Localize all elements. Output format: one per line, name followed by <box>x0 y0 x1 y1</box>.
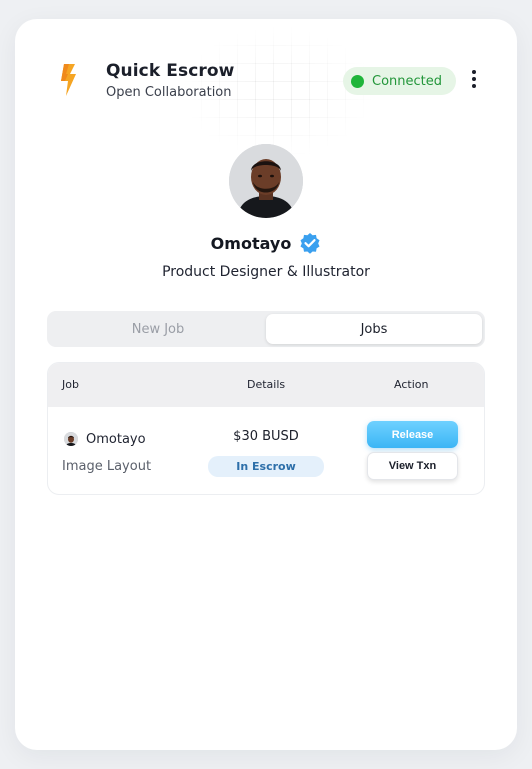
escrow-card: Quick Escrow Open Collaboration Connecte… <box>15 19 517 750</box>
status-label: Connected <box>372 73 443 89</box>
profile-role: Product Designer & Illustrator <box>162 264 370 280</box>
tab-jobs[interactable]: Jobs <box>266 314 482 344</box>
menu-dot <box>472 70 476 74</box>
app-subtitle: Open Collaboration <box>106 85 232 100</box>
job-user-name: Omotayo <box>86 432 146 447</box>
column-header-details: Details <box>247 378 286 391</box>
job-amount: $30 BUSD <box>233 429 299 444</box>
jobs-table: Job Details Action Omotayo Image Layout … <box>47 362 485 495</box>
verified-badge-icon <box>299 232 321 254</box>
release-button[interactable]: Release <box>367 421 458 448</box>
profile-name: Omotayo <box>210 233 292 253</box>
view-txn-button[interactable]: View Txn <box>367 452 458 480</box>
tab-new-job[interactable]: New Job <box>50 314 266 344</box>
user-avatar <box>64 432 78 446</box>
profile-avatar <box>229 144 303 218</box>
kebab-menu-icon[interactable] <box>467 66 481 92</box>
menu-dot <box>472 77 476 81</box>
job-title: Image Layout <box>62 459 152 474</box>
column-header-job: Job <box>62 378 79 391</box>
app-title: Quick Escrow <box>106 61 235 81</box>
column-header-action: Action <box>394 378 429 391</box>
view-tabs: New Job Jobs <box>47 311 485 347</box>
profile-name-row: Omotayo <box>15 232 517 254</box>
menu-dot <box>472 84 476 88</box>
escrow-status-badge: In Escrow <box>208 456 324 477</box>
connection-status-badge[interactable]: Connected <box>343 67 456 95</box>
status-dot-icon <box>351 74 364 88</box>
table-row: Omotayo Image Layout $30 BUSD In Escrow … <box>48 407 484 494</box>
table-header: Job Details Action <box>48 363 484 407</box>
lightning-bolt-icon <box>57 64 79 96</box>
